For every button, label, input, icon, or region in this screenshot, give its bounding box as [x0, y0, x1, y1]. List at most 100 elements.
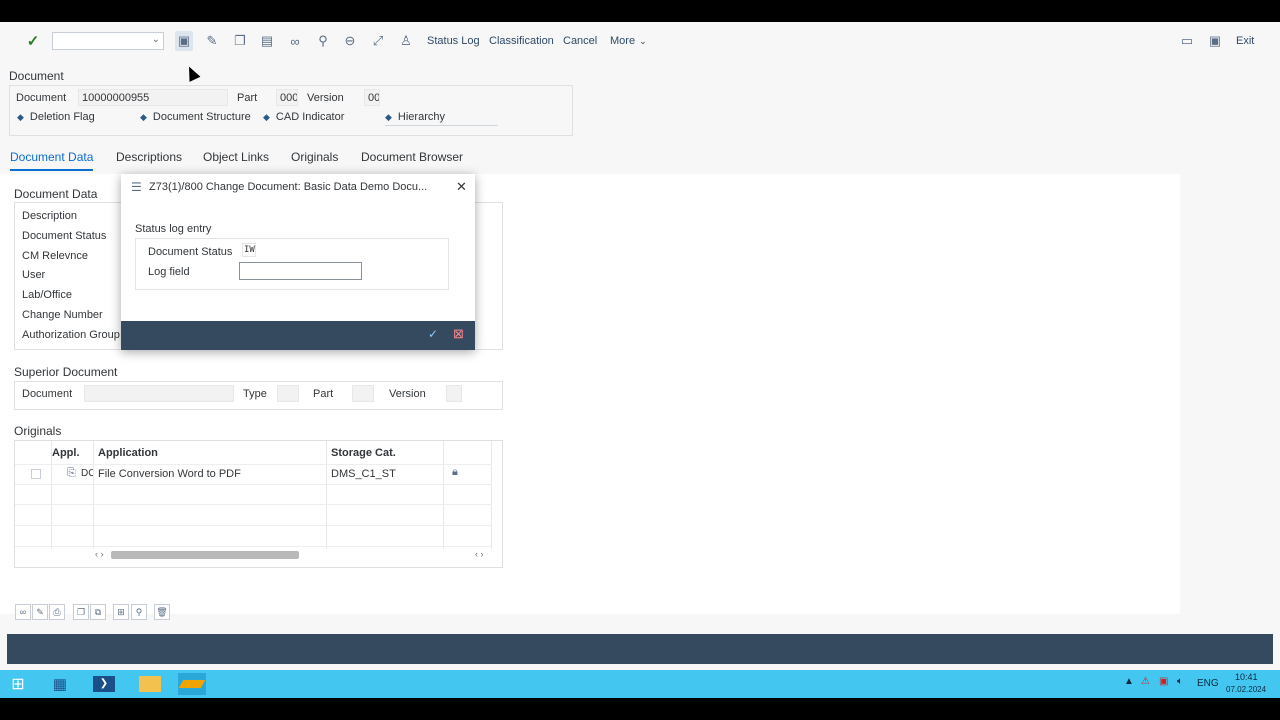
taskbar-separator — [212, 694, 216, 698]
tray-language[interactable]: ENG — [1197, 678, 1219, 689]
sap-logon-icon[interactable] — [178, 673, 206, 695]
print-icon[interactable]: ⎙ — [49, 604, 65, 620]
document-status-label: Document Status — [22, 230, 107, 242]
window-restore-icon[interactable]: ▭ — [1178, 31, 1196, 51]
edit-pencil-icon[interactable]: ✎ — [32, 604, 48, 620]
file-explorer-icon[interactable] — [136, 673, 164, 695]
search-icon[interactable]: ⚲ — [314, 31, 332, 51]
user-icon[interactable]: ♙ — [397, 31, 415, 51]
windows-start-icon[interactable]: ⊞ — [4, 673, 32, 695]
document-file-icon: ⎘ — [67, 467, 76, 479]
document-data-title: Document Data — [14, 187, 98, 201]
description-label: Description — [22, 210, 78, 222]
expand-icon[interactable]: ⤢ — [369, 31, 387, 51]
chevron-down-icon[interactable]: ⌄ — [152, 34, 160, 45]
diamond-icon: ◆ — [17, 111, 24, 122]
tray-display-icon[interactable]: ▣ — [1159, 676, 1168, 687]
superior-version-field[interactable] — [446, 385, 462, 402]
deletion-flag-indicator: ◆ Deletion Flag — [17, 111, 95, 123]
exit-button[interactable]: Exit — [1236, 31, 1254, 51]
scroll-left-icon[interactable]: ‹ › — [95, 549, 104, 559]
cancel-x-icon[interactable]: ⊠ — [453, 326, 464, 342]
row-divider — [15, 546, 491, 547]
command-field[interactable]: ⌄ — [52, 32, 164, 50]
superior-type-field[interactable] — [277, 385, 299, 402]
display-glasses-icon[interactable]: ∞ — [15, 604, 31, 620]
row-divider — [15, 525, 491, 526]
tray-volume-icon[interactable]: 🔈︎ — [1177, 676, 1183, 687]
superior-part-field[interactable] — [352, 385, 374, 402]
display-glasses-icon[interactable]: ∞ — [286, 31, 304, 51]
diamond-icon: ◆ — [263, 111, 270, 122]
cad-indicator-label: CAD Indicator — [275, 111, 345, 123]
tab-originals[interactable]: Originals — [291, 150, 338, 169]
superior-type-label: Type — [243, 388, 267, 400]
close-icon[interactable]: ✕ — [456, 179, 467, 195]
application-cell: File Conversion Word to PDF — [98, 468, 241, 480]
document-number-field[interactable]: 10000000955 — [78, 89, 228, 106]
menu-hamburger-icon[interactable]: ☰ — [131, 180, 142, 194]
superior-version-label: Version — [389, 388, 426, 400]
powershell-icon[interactable]: ❯ — [90, 673, 118, 695]
classification-button[interactable]: Classification — [489, 31, 554, 51]
copy-icon[interactable]: ❐ — [231, 31, 249, 51]
cancel-button[interactable]: Cancel — [563, 31, 597, 51]
superior-part-label: Part — [313, 388, 334, 400]
appl-cell: DO — [81, 468, 93, 479]
part-field[interactable]: 000 — [276, 89, 298, 106]
table-row[interactable]: ⎘ DO File Conversion Word to PDF DMS_C1_… — [15, 465, 491, 484]
paste-icon[interactable]: ▤ — [258, 31, 276, 51]
horizontal-scrollbar-thumb[interactable] — [111, 551, 299, 559]
zoom-out-icon[interactable]: ⊖ — [341, 31, 359, 51]
cm-relevance-label: CM Relevnce — [22, 250, 89, 262]
application-toolbar: ✓ ⌄ ▣ ✎ ❐ ▤ ∞ ⚲ ⊖ ⤢ ♙ Status Log Classif… — [0, 22, 1280, 60]
status-log-button[interactable]: Status Log — [427, 31, 480, 51]
tray-expand-icon[interactable]: ▲ — [1124, 676, 1134, 687]
superior-document-field[interactable] — [84, 385, 234, 402]
chevron-down-icon: ⌄ — [639, 35, 647, 46]
diamond-icon: ◆ — [140, 111, 147, 122]
column-header-application[interactable]: Application — [98, 443, 158, 463]
tab-document-data[interactable]: Document Data — [10, 150, 94, 171]
storage-cat-cell: DMS_C1_ST — [331, 468, 396, 480]
column-header-storage-cat[interactable]: Storage Cat. — [331, 443, 396, 463]
enter-check-icon[interactable]: ✓ — [25, 31, 41, 51]
column-divider — [93, 441, 94, 549]
tab-document-browser[interactable]: Document Browser — [361, 150, 463, 169]
authorization-group-label: Authorization Group — [22, 329, 120, 341]
confirm-check-icon[interactable]: ✓ — [428, 327, 438, 341]
server-manager-icon[interactable]: ▦ — [46, 673, 74, 695]
scroll-right-icon[interactable]: ‹ › — [475, 549, 484, 559]
document-label: Document — [16, 92, 67, 104]
originals-title: Originals — [14, 424, 62, 438]
column-divider — [326, 441, 327, 549]
column-header-appl[interactable]: Appl. — [52, 443, 80, 463]
edit-pencil-icon[interactable]: ✎ — [203, 31, 221, 51]
tray-network-icon[interactable]: ⚠ — [1141, 676, 1150, 687]
new-page-icon[interactable]: ❐ — [73, 604, 89, 620]
row-select-checkbox[interactable] — [31, 469, 41, 479]
log-field-label: Log field — [148, 266, 190, 278]
hierarchy-indicator: ◆ Hierarchy — [385, 111, 445, 123]
window-maximize-icon[interactable]: ▣ — [1206, 31, 1224, 51]
tray-time[interactable]: 10:41 — [1235, 672, 1258, 682]
superior-document-title: Superior Document — [14, 365, 118, 379]
log-field-input[interactable] — [239, 262, 362, 280]
document-structure-indicator: ◆ Document Structure — [140, 111, 251, 123]
version-field[interactable]: 00 — [364, 89, 380, 106]
tray-date[interactable]: 07.02.2024 — [1226, 685, 1266, 694]
document-status-value: IW — [242, 243, 256, 257]
status-log-entry-title: Status log entry — [135, 223, 212, 235]
more-button[interactable]: More ⌄ — [610, 31, 647, 51]
tab-descriptions[interactable]: Descriptions — [116, 150, 182, 169]
layout-icon[interactable]: ⊞ — [113, 604, 129, 620]
delete-trash-icon[interactable]: 🗑︎ — [154, 604, 170, 620]
copy-icon[interactable]: ⧉ — [90, 604, 106, 620]
deletion-flag-label: Deletion Flag — [29, 111, 95, 123]
save-icon[interactable]: ▣ — [175, 31, 193, 51]
search-icon[interactable]: ⚲ — [131, 604, 147, 620]
tab-object-links[interactable]: Object Links — [203, 150, 269, 169]
originals-table: Appl. Application Storage Cat. ⎘ DO File… — [14, 440, 503, 568]
dialog-header: ☰ Z73(1)/800 Change Document: Basic Data… — [121, 174, 475, 200]
lock-icon[interactable]: 🔒︎ — [452, 466, 458, 479]
